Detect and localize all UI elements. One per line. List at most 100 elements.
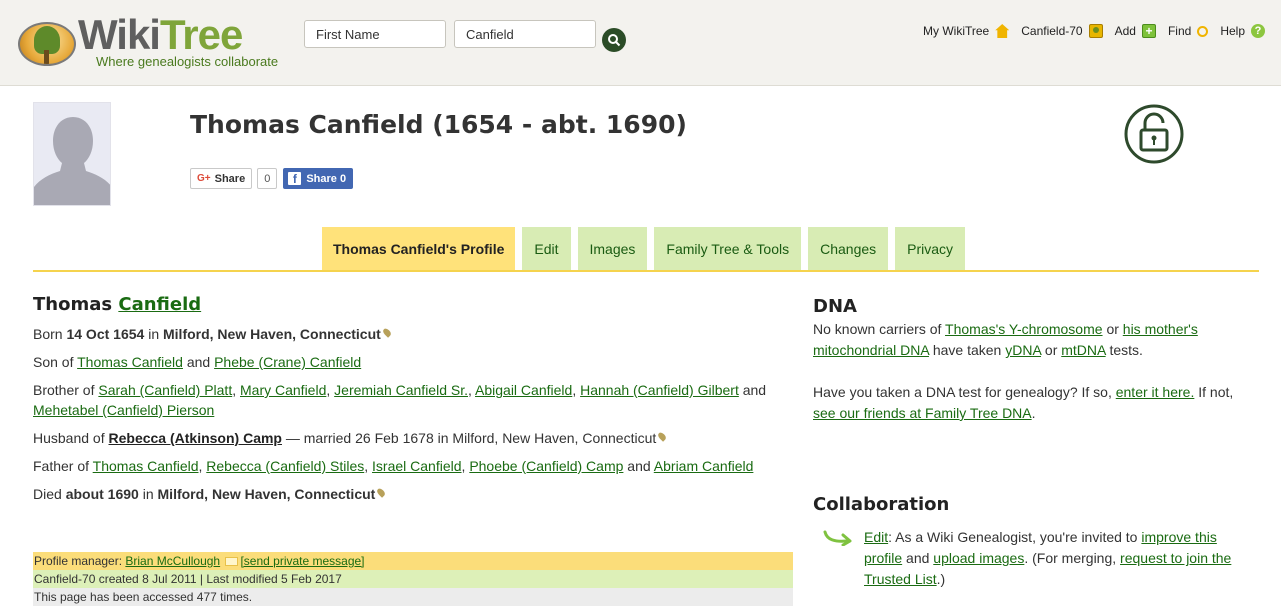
facebook-share-button[interactable]: f Share 0 — [283, 168, 354, 189]
biography-section: Thomas Canfield Born 14 Oct 1654 in Milf… — [33, 294, 793, 512]
dna-heading: DNA — [813, 296, 857, 317]
tab-edit[interactable]: Edit — [522, 227, 571, 270]
born-line: Born 14 Oct 1654 in Milford, New Haven, … — [33, 324, 793, 344]
nav-help[interactable]: Help? — [1220, 24, 1265, 38]
nav-profile-id[interactable]: Canfield-70 — [1021, 24, 1103, 38]
nav-label: Find — [1167, 24, 1192, 38]
search-button[interactable] — [602, 28, 626, 52]
dna-text: . — [1031, 405, 1036, 421]
collab-text: .) — [936, 571, 946, 587]
child-link[interactable]: Israel Canfield — [372, 458, 462, 474]
map-pin-icon[interactable] — [381, 327, 393, 338]
enter-dna-link[interactable]: enter it here. — [1116, 384, 1195, 400]
facebook-icon: f — [288, 172, 302, 186]
spouse-link[interactable]: Rebecca (Atkinson) Camp — [109, 430, 282, 446]
nav-label: Canfield-70 — [1021, 24, 1083, 38]
child-link[interactable]: Thomas Canfield — [93, 458, 199, 474]
tab-images[interactable]: Images — [577, 227, 648, 270]
tab-changes[interactable]: Changes — [808, 227, 889, 270]
died-line: Died about 1690 in Milford, New Haven, C… — [33, 484, 793, 504]
top-nav: My WikiTree Canfield-70 Add + Find Help? — [911, 24, 1265, 38]
collab-text: . (For merging, — [1024, 550, 1117, 566]
person-name-heading: Thomas Canfield — [33, 294, 793, 315]
mail-icon — [225, 557, 239, 566]
created-modified-bar: Canfield-70 created 8 Jul 2011 | Last mo… — [33, 570, 793, 588]
born-date: 14 Oct 1654 — [66, 326, 145, 342]
nav-label: Help — [1220, 24, 1245, 38]
map-pin-icon[interactable] — [656, 431, 668, 442]
profile-manager-bar: Profile manager: Brian McCullough [send … — [33, 552, 793, 570]
collab-text: and — [906, 550, 930, 566]
surname-link[interactable]: Canfield — [118, 294, 201, 315]
child-link[interactable]: Phoebe (Canfield) Camp — [469, 458, 623, 474]
map-pin-icon[interactable] — [376, 487, 387, 498]
sibling-link[interactable]: Abigail Canfield — [475, 382, 572, 398]
died-date: about 1690 — [65, 486, 139, 502]
collaboration-section: Collaboration Edit: As a Wiki Genealogis… — [813, 494, 1253, 590]
child-link[interactable]: Abriam Canfield — [654, 458, 754, 474]
family-tree-dna-link[interactable]: see our friends at Family Tree DNA — [813, 405, 1032, 421]
tab-family-tree-tools[interactable]: Family Tree & Tools — [654, 227, 802, 270]
mtdna-link[interactable]: mtDNA — [1061, 342, 1105, 358]
first-name-input[interactable]: First Name — [304, 20, 446, 48]
husband-of-label: Husband of — [33, 430, 105, 446]
search-icon — [608, 34, 621, 47]
in-label: in — [142, 486, 154, 502]
manager-link[interactable]: Brian McCullough — [125, 554, 220, 568]
tab-profile[interactable]: Thomas Canfield's Profile — [322, 227, 516, 270]
profile-photo-placeholder[interactable] — [33, 102, 111, 206]
upload-images-link[interactable]: upload images — [933, 550, 1024, 566]
nav-find[interactable]: Find — [1167, 24, 1209, 38]
father-link[interactable]: Thomas Canfield — [77, 354, 183, 370]
send-message-link[interactable]: [send private message] — [240, 554, 364, 568]
mother-link[interactable]: Phebe (Crane) Canfield — [214, 354, 361, 370]
and-label: and — [186, 354, 211, 370]
parents-line: Son of Thomas Canfield and Phebe (Crane)… — [33, 352, 793, 372]
nav-my-wikitree[interactable]: My WikiTree — [923, 24, 1010, 38]
profile-icon — [1088, 24, 1103, 38]
nav-add[interactable]: Add + — [1115, 24, 1156, 38]
dna-text: Have you taken a DNA test for genealogy?… — [813, 384, 1112, 400]
sibling-link[interactable]: Mehetabel (Canfield) Pierson — [33, 402, 214, 418]
sibling-link[interactable]: Jeremiah Canfield Sr. — [334, 382, 468, 398]
dna-test-question: Have you taken a DNA test for genealogy?… — [813, 382, 1253, 424]
manager-label: Profile manager: — [34, 554, 123, 568]
spouse-line: Husband of Rebecca (Atkinson) Camp — mar… — [33, 428, 793, 448]
collaboration-heading: Collaboration — [813, 494, 950, 515]
ydna-link[interactable]: yDNA — [1005, 342, 1041, 358]
and-label: and — [627, 458, 651, 474]
tab-privacy[interactable]: Privacy — [895, 227, 966, 270]
tree-globe-icon — [18, 22, 76, 66]
home-icon — [995, 24, 1010, 38]
sibling-link[interactable]: Hannah (Canfield) Gilbert — [580, 382, 739, 398]
and-label: and — [742, 382, 767, 398]
collab-text: : As a Wiki Genealogist, you're invited … — [888, 529, 1138, 545]
son-of-label: Son of — [33, 354, 74, 370]
brother-of-label: Brother of — [33, 382, 95, 398]
last-name-input[interactable]: Canfield — [454, 20, 596, 48]
profile-tabs: Thomas Canfield's Profile Edit Images Fa… — [322, 227, 972, 270]
edit-link[interactable]: Edit — [864, 529, 888, 545]
died-label: Died — [33, 486, 62, 502]
google-share-count: 0 — [257, 168, 278, 189]
siblings-line: Brother of Sarah (Canfield) Platt, Mary … — [33, 382, 767, 418]
facebook-share-label: Share 0 — [306, 172, 347, 185]
google-plus-icon: G+ — [197, 173, 211, 184]
wikitree-logo[interactable]: WikiTree Where genealogists collaborate — [18, 12, 288, 70]
first-name: Thomas — [33, 294, 113, 315]
y-chromosome-link[interactable]: Thomas's Y-chromosome — [945, 321, 1103, 337]
curved-arrow-icon — [823, 530, 852, 546]
sibling-link[interactable]: Sarah (Canfield) Platt — [98, 382, 232, 398]
dna-text: If not, — [1198, 384, 1234, 400]
in-label: in — [148, 326, 160, 342]
sibling-link[interactable]: Mary Canfield — [240, 382, 326, 398]
site-header: WikiTree Where genealogists collaborate … — [0, 0, 1281, 86]
dna-text: or — [1044, 342, 1058, 358]
dna-text: or — [1106, 321, 1119, 337]
child-link[interactable]: Rebecca (Canfield) Stiles — [206, 458, 364, 474]
collaboration-text: Edit: As a Wiki Genealogist, you're invi… — [813, 527, 1253, 590]
google-share-button[interactable]: G+ Share — [190, 168, 253, 189]
dna-carriers-text: No known carriers of Thomas's Y-chromoso… — [813, 319, 1253, 361]
born-place: Milford, New Haven, Connecticut — [163, 326, 381, 342]
privacy-lock-icon[interactable] — [1123, 103, 1185, 165]
